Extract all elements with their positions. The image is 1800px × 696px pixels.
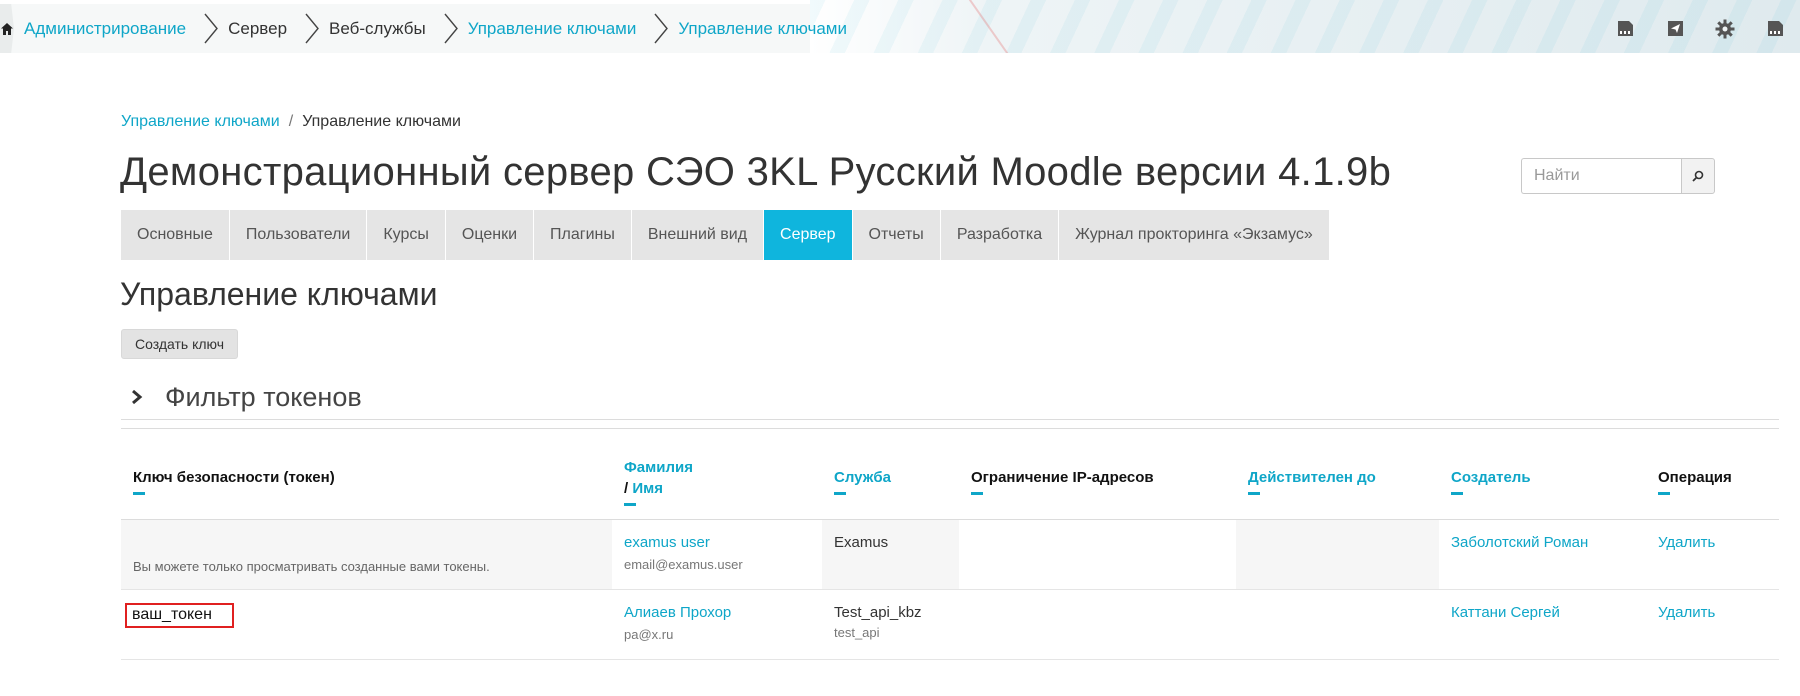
tab-appearance[interactable]: Внешний вид: [631, 210, 764, 260]
sort-dash-icon: [133, 492, 145, 495]
service-name: Test_api_kbz: [834, 604, 922, 621]
sort-service-link[interactable]: Служба: [834, 469, 947, 486]
token-filter-title: Фильтр токенов: [165, 381, 362, 412]
table-header: Ключ безопасности (токен) Фамилия / Имя …: [121, 429, 1779, 520]
column-header-name: Фамилия / Имя: [612, 429, 822, 519]
token-filter-toggle[interactable]: Фильтр токенов: [121, 375, 1779, 420]
user-cell: examus user email@examus.user: [612, 520, 822, 589]
tokens-table: Ключ безопасности (токен) Фамилия / Имя …: [121, 428, 1779, 660]
search-icon: [1692, 170, 1704, 182]
tab-general[interactable]: Основные: [121, 210, 229, 260]
sort-dash-icon: [1248, 492, 1260, 495]
admin-tabs: Основные Пользователи Курсы Оценки Плаги…: [121, 210, 1329, 260]
sort-valid-until-link[interactable]: Действителен до: [1248, 469, 1427, 486]
create-key-button[interactable]: Создать ключ: [121, 329, 239, 359]
tab-plugins[interactable]: Плагины: [534, 210, 631, 260]
token-cell: Вы можете только просматривать созданные…: [121, 520, 612, 589]
sort-dash-icon: [834, 492, 846, 495]
user-link[interactable]: Алиаев Прохор: [624, 604, 731, 621]
delete-link[interactable]: Удалить: [1658, 534, 1715, 551]
sd-card-button[interactable]: [1600, 4, 1650, 53]
user-email: pa@x.ru: [624, 627, 674, 642]
navbar-breadcrumb: Администрирование Сервер Веб-службы Упра…: [0, 4, 847, 53]
gear-icon: [1715, 19, 1735, 38]
sd-card-icon: [1617, 21, 1633, 36]
user-cell: Алиаев Прохор pa@x.ru: [612, 590, 822, 659]
section-title: Управление ключами: [120, 276, 438, 312]
search-input[interactable]: [1521, 158, 1681, 194]
creator-cell: Заболотский Роман: [1439, 520, 1646, 589]
token-value: ваш_токен: [125, 603, 234, 628]
column-header-valid-until: Действителен до: [1236, 429, 1439, 519]
token-cell: ваш_токен: [121, 590, 612, 659]
ip-cell: [959, 590, 1236, 659]
navbar-crumb-webservices: Веб-службы: [329, 18, 426, 38]
user-email: email@examus.user: [624, 557, 743, 572]
search-form: [1521, 158, 1715, 194]
creator-cell: Каттани Сергей: [1439, 590, 1646, 659]
messages-button[interactable]: [1650, 4, 1700, 53]
token-note: Вы можете только просматривать созданные…: [133, 559, 490, 574]
creator-link[interactable]: Каттани Сергей: [1451, 604, 1560, 621]
operation-cell: Удалить: [1646, 520, 1779, 589]
tab-courses[interactable]: Курсы: [367, 210, 445, 260]
navbar-crumb-key-management-current[interactable]: Управление ключами: [668, 4, 865, 53]
sort-lastname-link[interactable]: Фамилия: [624, 459, 810, 476]
page-breadcrumb-parent[interactable]: Управление ключами: [121, 113, 280, 131]
column-header-operation: Операция: [1646, 429, 1779, 519]
user-menu-button[interactable]: [1750, 4, 1800, 53]
page-breadcrumb-separator: /: [288, 113, 294, 130]
sort-dash-icon: [1658, 492, 1670, 495]
top-navbar: Администрирование Сервер Веб-службы Упра…: [0, 0, 1800, 53]
ip-cell: [959, 520, 1236, 589]
service-name: Examus: [834, 534, 889, 551]
service-cell: Examus: [822, 520, 959, 589]
navbar-crumb-administration[interactable]: Администрирование: [14, 4, 204, 53]
sort-firstname-link[interactable]: Имя: [632, 480, 663, 497]
creator-link[interactable]: Заболотский Роман: [1451, 534, 1588, 551]
tab-reports[interactable]: Отчеты: [852, 210, 940, 260]
search-button[interactable]: [1681, 158, 1715, 194]
page-breadcrumb: Управление ключами / Управление ключами: [121, 113, 461, 131]
service-shortname: test_api: [834, 625, 880, 640]
column-header-token: Ключ безопасности (токен): [121, 429, 612, 519]
table-row: ваш_токен Алиаев Прохор pa@x.ru Test_api…: [121, 590, 1779, 660]
tab-grades[interactable]: Оценки: [445, 210, 534, 260]
chevron-right-icon: [444, 13, 458, 44]
navbar-icons: [1600, 4, 1800, 53]
sd-card-icon-2: [1767, 21, 1783, 36]
navbar-crumb-server: Сервер: [228, 18, 288, 38]
name-separator: /: [624, 479, 629, 497]
user-link[interactable]: examus user: [624, 534, 710, 551]
navbar-crumb-key-management[interactable]: Управление ключами: [458, 4, 655, 53]
column-header-service: Служба: [822, 429, 959, 519]
sort-creator-link[interactable]: Создатель: [1451, 469, 1634, 486]
delete-link[interactable]: Удалить: [1658, 604, 1715, 621]
tab-server[interactable]: Сервер: [764, 210, 852, 260]
paper-plane-icon: [1667, 21, 1683, 36]
home-icon: [1, 22, 13, 35]
column-header-creator: Создатель: [1439, 429, 1646, 519]
valid-until-cell: [1236, 520, 1439, 589]
sort-dash-icon: [971, 492, 983, 495]
chevron-right-icon: [204, 13, 219, 44]
chevron-right-icon: [654, 13, 669, 44]
table-row: Вы можете только просматривать созданные…: [121, 520, 1779, 590]
valid-until-cell: [1236, 590, 1439, 659]
service-cell: Test_api_kbz test_api: [822, 590, 959, 659]
chevron-right-icon: [305, 13, 319, 44]
sort-dash-icon: [1451, 492, 1463, 495]
operation-cell: Удалить: [1646, 590, 1779, 659]
sort-dash-icon: [624, 502, 636, 506]
tab-proctoring-log[interactable]: Журнал прокторинга «Экзамус»: [1059, 210, 1329, 260]
tab-users[interactable]: Пользователи: [229, 210, 367, 260]
chevron-right-icon: [131, 389, 151, 405]
tab-development[interactable]: Разработка: [940, 210, 1059, 260]
page-title: Демонстрационный сервер СЭО 3KL Русский …: [120, 150, 1392, 194]
home-button[interactable]: [0, 4, 14, 53]
column-header-ip: Ограничение IP-адресов: [959, 429, 1236, 519]
settings-button[interactable]: [1700, 4, 1750, 53]
page-breadcrumb-current: Управление ключами: [302, 113, 461, 130]
